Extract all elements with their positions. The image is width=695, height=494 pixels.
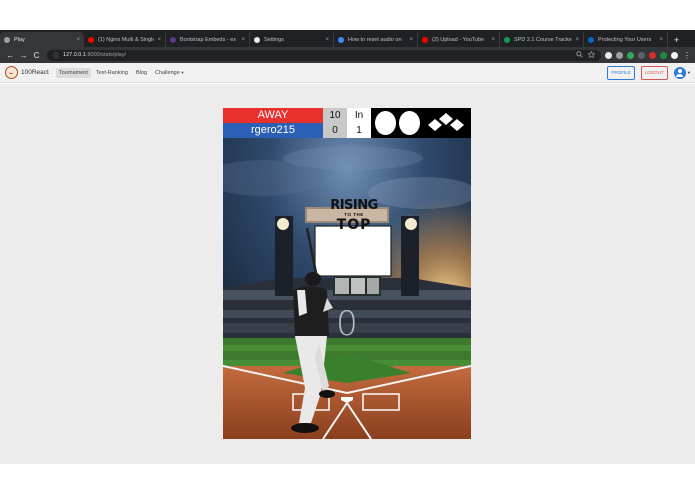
tab-favicon-icon bbox=[338, 36, 344, 43]
nav-blog[interactable]: Blog bbox=[133, 68, 150, 78]
tab-close-icon[interactable]: × bbox=[157, 37, 161, 43]
tab-title: SPD 2.1 Course Tracker bbox=[514, 36, 573, 43]
screen: { "browser": { "tabs": [ {"title": "Play… bbox=[0, 0, 695, 494]
nav-tournament[interactable]: Tournament bbox=[55, 67, 91, 78]
browser-tab[interactable]: (2) Upload - YouTube × bbox=[418, 32, 500, 47]
tab-favicon-icon bbox=[254, 36, 260, 43]
tab-title: Bootstrap Embeds - ex bbox=[180, 36, 236, 43]
nav-challenge-label: Challenge bbox=[155, 69, 180, 76]
tab-close-icon[interactable]: × bbox=[76, 37, 80, 43]
browser-toolbar: ← → C ⓘ 127.0.0.1 :8000/stats/play/ ⋮ bbox=[0, 47, 695, 63]
nav-test-ranking[interactable]: Test-Ranking bbox=[93, 68, 131, 78]
browser-tab[interactable]: Settings × bbox=[250, 32, 334, 47]
tab-close-icon[interactable]: × bbox=[241, 37, 245, 43]
extension-icon[interactable] bbox=[627, 51, 634, 59]
tab-close-icon[interactable]: × bbox=[659, 37, 663, 43]
chevron-down-icon[interactable]: ▾ bbox=[688, 70, 690, 76]
reload-button[interactable]: C bbox=[30, 51, 43, 60]
window-bottom-margin bbox=[0, 464, 695, 494]
inning-label: In bbox=[347, 108, 371, 123]
tab-close-icon[interactable]: × bbox=[325, 37, 329, 43]
out-indicator-icon bbox=[375, 111, 396, 135]
tab-title: Settings bbox=[264, 36, 284, 43]
nav-actions: PROFILE LOGOUT ▾ bbox=[607, 65, 690, 80]
window-top-margin bbox=[0, 0, 695, 30]
zoom-icon[interactable] bbox=[576, 50, 583, 60]
tab-favicon-icon bbox=[422, 36, 428, 43]
tab-favicon-icon bbox=[4, 36, 10, 43]
stadium-background bbox=[223, 138, 471, 439]
omnibox-actions bbox=[576, 50, 596, 60]
tab-title: Protecting Your Users bbox=[598, 36, 652, 43]
inning-value: 1 bbox=[347, 123, 371, 138]
app-navbar: 100React Tournament Test-Ranking Blog Ch… bbox=[0, 63, 695, 83]
site-info-icon[interactable]: ⓘ bbox=[53, 51, 59, 60]
tab-favicon-icon bbox=[88, 36, 94, 43]
forward-button[interactable]: → bbox=[17, 51, 30, 60]
tab-title: How to reset audio on bbox=[348, 36, 402, 43]
pitch-count: 0 bbox=[336, 304, 358, 344]
browser-tab[interactable]: Play × bbox=[0, 32, 84, 47]
home-score: 0 bbox=[323, 123, 347, 138]
tab-title: Play bbox=[14, 36, 25, 43]
browser-tab[interactable]: How to reset audio on × bbox=[334, 32, 418, 47]
extension-icon[interactable] bbox=[605, 51, 612, 59]
tab-close-icon[interactable]: × bbox=[575, 37, 579, 43]
browser-tab[interactable]: Protecting Your Users × bbox=[584, 32, 668, 47]
browser-tab[interactable]: SPD 2.1 Course Tracker × bbox=[500, 32, 584, 47]
home-team-name: rgero215 bbox=[223, 123, 323, 138]
extension-icon[interactable] bbox=[616, 51, 623, 59]
browser-tab-strip: Play × (1) Nginx Multi & Single × Bootstrap … bbox=[0, 30, 695, 47]
tab-title: (2) Upload - YouTube bbox=[432, 36, 485, 43]
main-content: RISING TO THE TOP 0 AWAY rgero215 10 0 I… bbox=[0, 84, 695, 464]
back-button[interactable]: ← bbox=[4, 51, 17, 60]
game-board[interactable]: RISING TO THE TOP 0 AWAY rgero215 10 0 I… bbox=[223, 108, 471, 439]
browser-menu-icon[interactable]: ⋮ bbox=[683, 51, 691, 60]
extension-icon[interactable] bbox=[660, 51, 667, 59]
bases-diamond-icon bbox=[428, 113, 464, 131]
tab-close-icon[interactable]: × bbox=[491, 37, 495, 43]
out-indicator-icon bbox=[399, 111, 420, 135]
bookmark-star-icon[interactable] bbox=[587, 50, 596, 60]
logout-button[interactable]: LOGOUT bbox=[640, 65, 668, 80]
tab-favicon-icon bbox=[588, 36, 594, 43]
user-avatar-icon[interactable] bbox=[673, 66, 686, 79]
tab-title: (1) Nginx Multi & Single bbox=[98, 36, 155, 43]
brand-name[interactable]: 100React bbox=[21, 69, 49, 76]
browser-tab[interactable]: (1) Nginx Multi & Single × bbox=[84, 32, 166, 47]
address-bar[interactable]: ⓘ 127.0.0.1 :8000/stats/play/ bbox=[47, 49, 601, 61]
brand-logo-icon[interactable] bbox=[5, 66, 18, 79]
jumbotron-line-3: TOP bbox=[336, 217, 372, 233]
tab-favicon-icon bbox=[170, 36, 176, 43]
extension-icon[interactable] bbox=[649, 51, 656, 59]
outs-and-bases-panel bbox=[371, 108, 471, 138]
scoreboard: AWAY rgero215 10 0 In 1 bbox=[223, 108, 471, 138]
url-host: 127.0.0.1 bbox=[63, 52, 86, 58]
away-score: 10 bbox=[323, 108, 347, 123]
url-path: :8000/stats/play/ bbox=[85, 52, 127, 58]
browser-tab[interactable]: Bootstrap Embeds - ex × bbox=[166, 32, 250, 47]
away-team-name: AWAY bbox=[223, 108, 323, 123]
extension-icon[interactable] bbox=[638, 51, 645, 59]
chevron-down-icon: ▾ bbox=[181, 69, 184, 75]
nav-challenge-dropdown[interactable]: Challenge ▾ bbox=[152, 68, 187, 78]
tab-favicon-icon bbox=[504, 36, 510, 43]
new-tab-button[interactable]: + bbox=[668, 32, 685, 47]
profile-button[interactable]: PROFILE bbox=[607, 65, 635, 80]
profile-avatar-icon[interactable] bbox=[671, 51, 678, 59]
tab-close-icon[interactable]: × bbox=[409, 37, 413, 43]
jumbotron-sign: RISING TO THE TOP bbox=[318, 199, 390, 232]
jumbotron-line-1: RISING bbox=[330, 198, 378, 213]
